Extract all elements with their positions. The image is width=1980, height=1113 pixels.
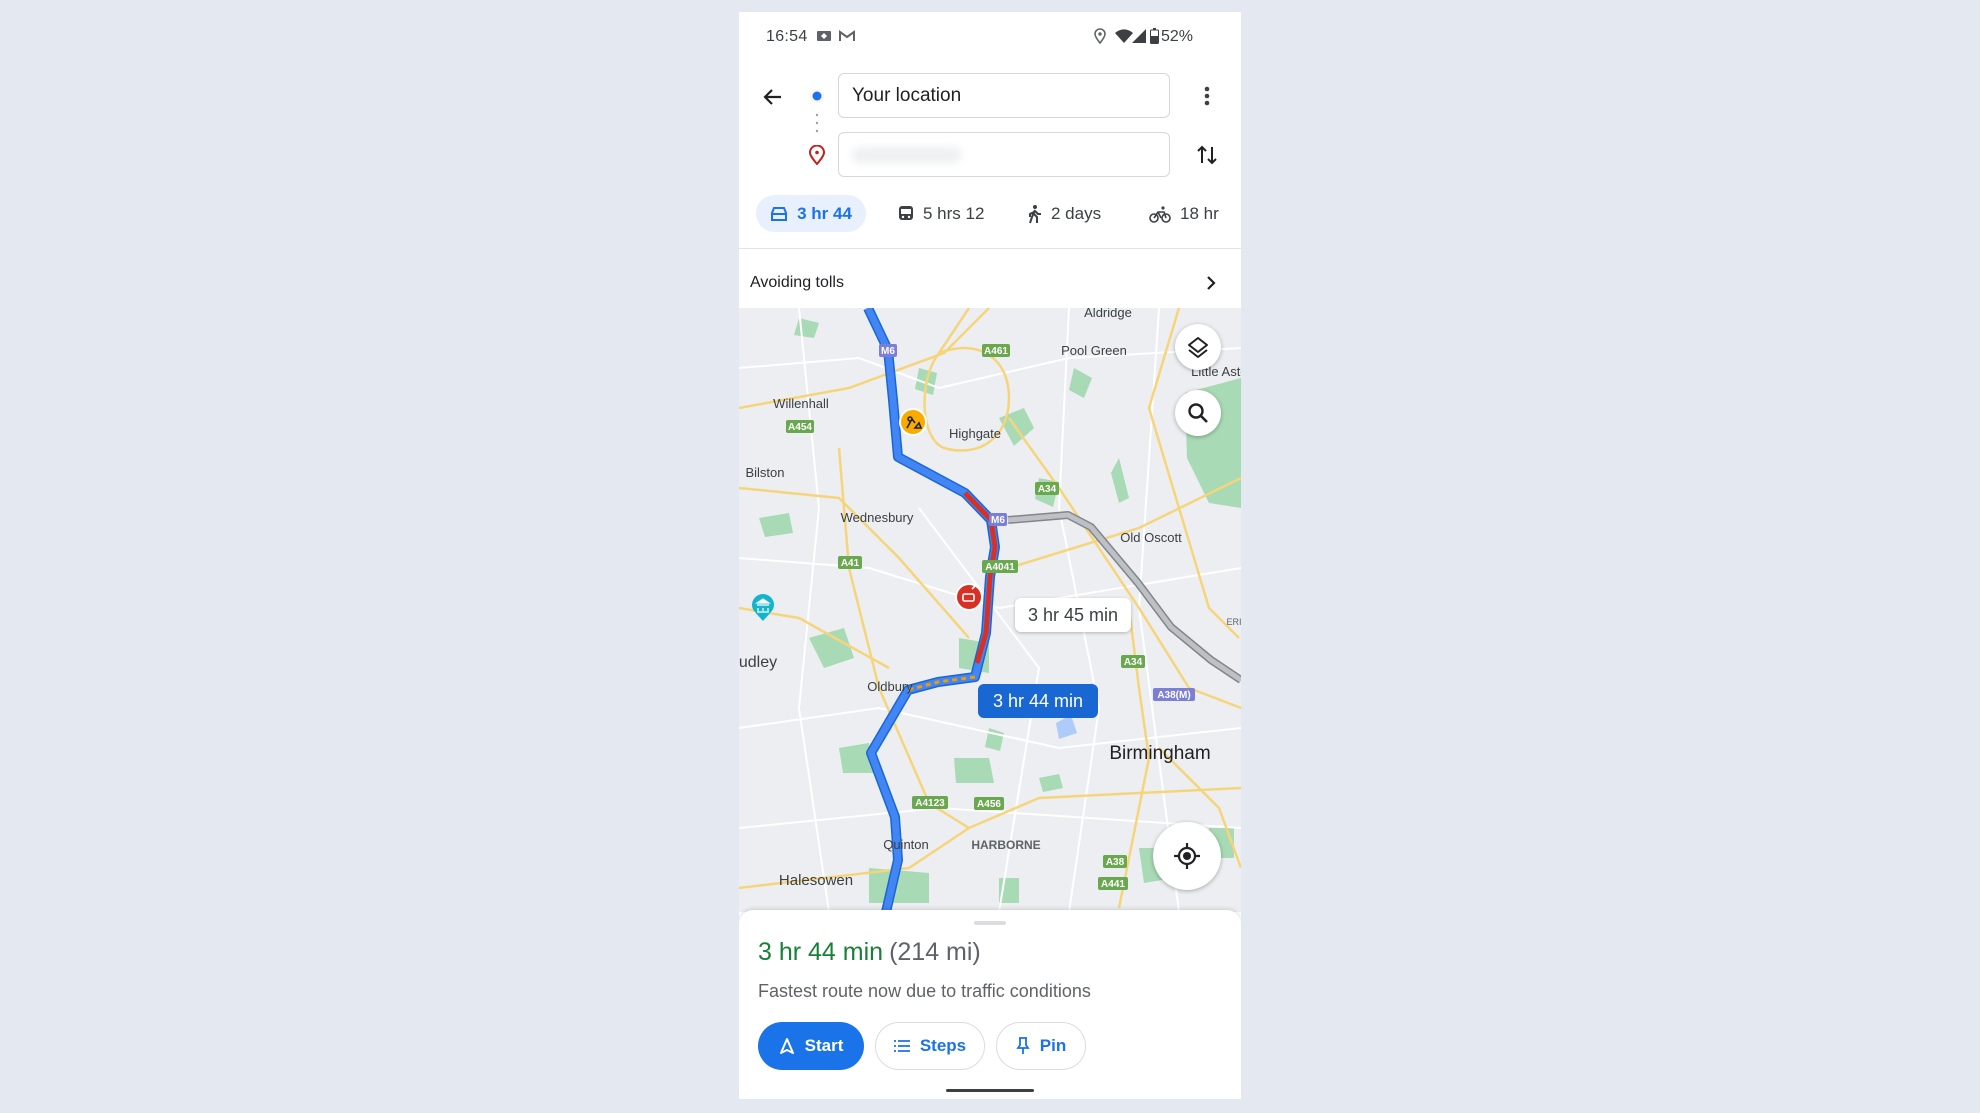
- selected-route[interactable]: [864, 308, 999, 912]
- shield-m6: M6: [881, 346, 895, 357]
- divider: [739, 248, 1241, 249]
- roadwork-icon[interactable]: [899, 408, 927, 436]
- shield-a34: A34: [1038, 484, 1057, 495]
- signal-icon: [1132, 29, 1146, 43]
- shield-a461: A461: [984, 346, 1008, 357]
- label-bilston: Bilston: [745, 465, 784, 480]
- selected-route-outline: [863, 308, 1000, 912]
- alternate-route-time: 3 hr 45 min: [1027, 604, 1119, 625]
- mode-driving-label: 3 hr 44: [797, 203, 852, 223]
- wifi-icon: [1115, 29, 1133, 43]
- label-highgate: Highgate: [949, 426, 1001, 441]
- battery-percent: 52%: [1161, 28, 1194, 45]
- route-summary-sheet: 3 hr 44 min (214 mi) Fastest route now du…: [739, 910, 1241, 1099]
- steps-button[interactable]: Steps: [875, 1022, 985, 1070]
- shield-a34-south: A34: [1124, 657, 1143, 668]
- label-harborne: HARBORNE: [971, 838, 1040, 852]
- walk-icon: [1029, 204, 1041, 223]
- chevron-right-icon: [1207, 276, 1216, 290]
- mode-cycling-label: 18 hr: [1180, 203, 1219, 223]
- label-erdington: ERI: [1226, 617, 1241, 627]
- shield-a41: A41: [841, 558, 860, 569]
- sheet-drag-handle[interactable]: [974, 921, 1006, 925]
- route-options-row[interactable]: Avoiding tolls: [739, 258, 1241, 308]
- layers-button[interactable]: [1175, 324, 1221, 370]
- label-quinton: Quinton: [883, 837, 929, 852]
- list-icon: [893, 1040, 910, 1052]
- shield-a454: A454: [788, 422, 812, 433]
- mode-transit-label: 5 hrs 12: [923, 203, 985, 223]
- selected-route-time: 3 hr 44 min: [992, 690, 1084, 711]
- layers-icon: [1188, 337, 1208, 358]
- shield-a4041: A4041: [985, 562, 1015, 573]
- start-button[interactable]: Start: [758, 1022, 864, 1070]
- shield-a441: A441: [1101, 879, 1125, 890]
- origin-input[interactable]: Your location: [838, 73, 1170, 118]
- route-distance: (214 mi): [889, 938, 981, 966]
- pin-label: Pin: [1039, 1036, 1067, 1055]
- navigation-arrow-icon: [779, 1038, 794, 1054]
- shield-a38m: A38(M): [1157, 690, 1190, 701]
- status-bar: 16:54 52%: [739, 26, 1241, 50]
- my-location-icon: [1174, 843, 1200, 869]
- mode-walking-tab[interactable]: 2 days: [1026, 195, 1101, 232]
- bike-icon: [1149, 205, 1171, 223]
- pin-icon: [1016, 1037, 1030, 1054]
- more-options-icon[interactable]: [1201, 84, 1213, 108]
- origin-dot-icon: [810, 89, 824, 103]
- my-location-button[interactable]: [1153, 822, 1221, 890]
- reservoir: [1056, 715, 1077, 739]
- mode-walking-label: 2 days: [1051, 203, 1102, 223]
- pin-button[interactable]: Pin: [996, 1022, 1086, 1070]
- selected-route-label[interactable]: 3 hr 44 min: [978, 684, 1098, 718]
- route-summary-title: 3 hr 44 min (214 mi): [758, 938, 981, 967]
- map-view[interactable]: Aldridge Pool Green Little Astc Willenha…: [739, 308, 1241, 912]
- status-time: 16:54: [766, 28, 808, 45]
- start-label: Start: [804, 1036, 844, 1055]
- label-aldridge: Aldridge: [1084, 308, 1132, 320]
- avoiding-tolls-label: Avoiding tolls: [750, 274, 844, 291]
- label-dudley: udley: [739, 654, 777, 671]
- mode-transit-tab[interactable]: 5 hrs 12: [898, 195, 984, 232]
- transit-icon: [899, 205, 913, 220]
- notification-icon: [817, 31, 831, 41]
- car-icon: [771, 206, 788, 221]
- shield-a456: A456: [977, 799, 1001, 810]
- origin-value: Your location: [852, 85, 962, 106]
- shield-m6-junction: M6: [991, 515, 1005, 526]
- map-canvas[interactable]: Aldridge Pool Green Little Astc Willenha…: [739, 308, 1241, 912]
- back-arrow-icon[interactable]: [761, 85, 785, 109]
- swap-icon[interactable]: [1195, 143, 1219, 167]
- label-birmingham: Birmingham: [1109, 743, 1210, 764]
- label-halesowen: Halesowen: [779, 872, 853, 889]
- gesture-home-bar[interactable]: [946, 1089, 1034, 1092]
- route-note: Fastest route now due to traffic conditi…: [758, 981, 1091, 1001]
- label-old-oscott: Old Oscott: [1120, 530, 1182, 545]
- label-wednesbury: Wednesbury: [841, 510, 914, 525]
- steps-label: Steps: [919, 1036, 967, 1055]
- route-dots: [815, 113, 819, 133]
- label-pool-green: Pool Green: [1061, 343, 1127, 358]
- museum-pin-icon[interactable]: [752, 594, 774, 621]
- shield-a4123: A4123: [915, 798, 945, 809]
- battery-icon: [1150, 28, 1159, 44]
- search-icon: [1188, 403, 1208, 423]
- mode-cycling-tab[interactable]: 18 hr: [1149, 195, 1219, 232]
- label-willenhall: Willenhall: [773, 396, 829, 411]
- gmail-icon: [839, 30, 855, 41]
- destination-pin-icon: [808, 145, 826, 165]
- alternate-route-label[interactable]: 3 hr 45 min: [1015, 598, 1131, 632]
- location-status-icon: [1094, 28, 1106, 44]
- phone-screen: 16:54 52% Your location 3 hr 44 5 hrs 12…: [739, 12, 1241, 1099]
- shield-a38: A38: [1106, 857, 1125, 868]
- search-along-route-button[interactable]: [1175, 390, 1221, 436]
- mode-driving-tab[interactable]: 3 hr 44: [756, 195, 866, 232]
- label-oldbury: Oldbury: [867, 679, 913, 694]
- crash-icon[interactable]: [955, 583, 983, 611]
- destination-input[interactable]: [838, 132, 1170, 177]
- route-duration: 3 hr 44 min: [758, 938, 884, 966]
